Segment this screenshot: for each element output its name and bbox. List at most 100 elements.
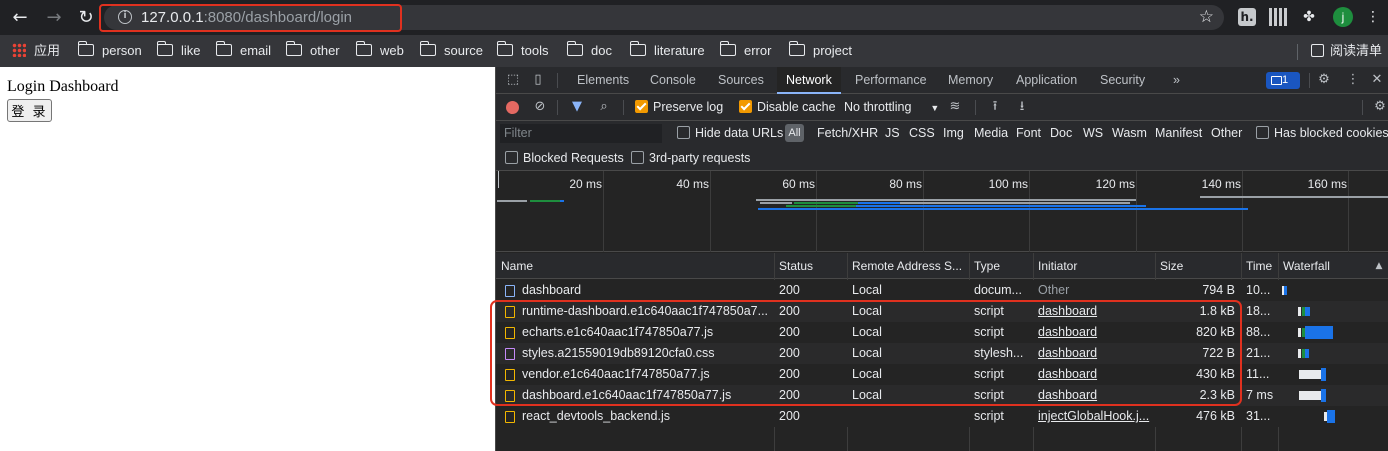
toolbar-divider <box>975 100 976 115</box>
preserve-log-checkbox[interactable]: Preserve log <box>635 100 723 114</box>
bookmark-star-icon[interactable]: ☆ <box>1199 7 1214 27</box>
device-toolbar-icon[interactable]: ▯ <box>530 72 546 88</box>
column-header-type[interactable]: Type <box>969 253 1033 279</box>
login-button[interactable]: 登 录 <box>7 99 52 122</box>
bookmark-apps[interactable]: 应用 <box>12 41 60 61</box>
more-tabs-icon[interactable]: » <box>1173 67 1180 94</box>
reading-list[interactable]: 阅读清单 <box>1311 41 1382 61</box>
column-header-name[interactable]: Name <box>496 253 774 279</box>
blocked-requests-checkbox[interactable]: Blocked Requests <box>505 151 624 165</box>
waterfall-bar <box>1327 410 1335 423</box>
overview-bar <box>856 205 1146 207</box>
filter-css[interactable]: CSS <box>909 126 935 140</box>
qr-code-icon[interactable] <box>1269 8 1287 26</box>
filter-bar: Filter Hide data URLs All Fetch/XHR JS C… <box>496 121 1388 145</box>
network-overview-timeline[interactable]: 20 ms 40 ms 60 ms 80 ms 100 ms 120 ms 14… <box>496 171 1388 252</box>
request-time: 7 ms <box>1246 388 1274 402</box>
tab-performance[interactable]: Performance <box>855 67 927 94</box>
toolbar-divider <box>623 100 624 115</box>
filter-media[interactable]: Media <box>974 126 1008 140</box>
profile-avatar[interactable]: j <box>1333 7 1353 27</box>
bookmark-folder-web[interactable]: web <box>355 41 404 61</box>
filter-font[interactable]: Font <box>1016 126 1041 140</box>
import-har-icon[interactable]: ⭱ <box>987 99 1003 115</box>
filter-ws[interactable]: WS <box>1083 126 1103 140</box>
bookmark-folder-error[interactable]: error <box>719 41 771 61</box>
filter-manifest[interactable]: Manifest <box>1155 126 1202 140</box>
settings-gear-icon[interactable]: ⚙ <box>1316 72 1332 88</box>
filter-input[interactable]: Filter <box>500 124 662 143</box>
tab-network[interactable]: Network <box>777 67 841 94</box>
inspect-element-icon[interactable]: ⬚ <box>505 72 521 88</box>
filter-all[interactable]: All <box>785 124 804 142</box>
timeline-gridline <box>603 171 604 252</box>
issues-badge[interactable]: 1 <box>1266 72 1300 89</box>
bookmark-folder-project[interactable]: project <box>788 41 852 61</box>
bookmark-folder-literature[interactable]: literature <box>629 41 705 61</box>
request-size: 476 kB <box>1196 409 1235 423</box>
url-highlight-box <box>99 4 402 32</box>
timeline-tick: 40 ms <box>676 177 709 191</box>
request-initiator-link[interactable]: injectGlobalHook.j... <box>1033 406 1155 427</box>
network-settings-icon[interactable]: ⚙ <box>1372 99 1388 115</box>
bookmark-folder-tools[interactable]: tools <box>496 41 548 61</box>
reload-icon[interactable]: ↻ <box>75 7 97 29</box>
overview-bar <box>758 208 1248 210</box>
timeline-gridline <box>1136 171 1137 252</box>
bookmark-label: literature <box>654 43 705 58</box>
tab-console[interactable]: Console <box>650 67 696 94</box>
menu-kebab-icon[interactable]: ⋮ <box>1364 8 1382 26</box>
has-blocked-cookies-checkbox[interactable]: Has blocked cookies <box>1256 126 1388 140</box>
export-har-icon[interactable]: ⭳ <box>1014 99 1030 115</box>
tab-memory[interactable]: Memory <box>948 67 993 94</box>
column-header-time[interactable]: Time <box>1241 253 1278 279</box>
filter-funnel-icon[interactable]: ▼ <box>569 99 585 115</box>
bookmark-folder-person[interactable]: person <box>77 41 142 61</box>
bookmark-folder-like[interactable]: like <box>156 41 201 61</box>
bookmark-folder-other[interactable]: other <box>285 41 340 61</box>
request-initiator: Other <box>1038 283 1070 297</box>
column-header-initiator[interactable]: Initiator <box>1033 253 1155 279</box>
request-size: 794 B <box>1202 283 1235 297</box>
clear-icon[interactable]: ⊘ <box>532 99 548 115</box>
filter-wasm[interactable]: Wasm <box>1112 126 1147 140</box>
search-icon[interactable]: ⌕ <box>596 99 612 115</box>
column-header-remote-address[interactable]: Remote Address S... <box>847 253 969 279</box>
bookmark-label: 应用 <box>34 43 61 58</box>
bookmark-folder-email[interactable]: email <box>215 41 271 61</box>
filter-other[interactable]: Other <box>1211 126 1242 140</box>
column-header-size[interactable]: Size <box>1155 253 1241 279</box>
tab-elements[interactable]: Elements <box>577 67 629 94</box>
tab-application[interactable]: Application <box>1016 67 1077 94</box>
more-options-icon[interactable]: ⋮ <box>1345 72 1361 88</box>
network-conditions-icon[interactable]: ≋ <box>947 99 963 115</box>
checkbox-unchecked-icon <box>631 151 644 164</box>
extension-h-icon[interactable]: h. <box>1238 8 1256 26</box>
tab-security[interactable]: Security <box>1100 67 1145 94</box>
bookmark-folder-doc[interactable]: doc <box>566 41 612 61</box>
column-header-waterfall[interactable]: Waterfall <box>1278 253 1374 279</box>
filter-doc[interactable]: Doc <box>1050 126 1072 140</box>
record-icon[interactable] <box>506 101 519 114</box>
filter-js[interactable]: JS <box>885 126 900 140</box>
table-row[interactable]: dashboard 200 Local docum... Other 794 B… <box>496 280 1388 301</box>
puzzle-extensions-icon[interactable]: ✤ <box>1300 8 1318 26</box>
tab-sources[interactable]: Sources <box>718 67 764 94</box>
waterfall-bar <box>1299 370 1321 379</box>
document-file-icon <box>505 285 515 297</box>
throttling-select[interactable]: No throttling ▼ <box>844 100 939 114</box>
hide-data-urls-checkbox[interactable]: Hide data URLs <box>677 126 783 140</box>
filter-img[interactable]: Img <box>943 126 964 140</box>
timeline-tick: 60 ms <box>782 177 815 191</box>
forward-icon[interactable]: → <box>43 7 65 29</box>
filter-fetch-xhr[interactable]: Fetch/XHR <box>817 126 878 140</box>
requests-table-header: Name Status Remote Address S... Type Ini… <box>496 253 1388 279</box>
table-row[interactable]: react_devtools_backend.js 200 script inj… <box>496 406 1388 427</box>
request-type: script <box>974 409 1004 423</box>
bookmark-folder-source[interactable]: source <box>419 41 483 61</box>
third-party-checkbox[interactable]: 3rd-party requests <box>631 151 750 165</box>
column-header-status[interactable]: Status <box>774 253 847 279</box>
disable-cache-checkbox[interactable]: Disable cache <box>739 100 836 114</box>
back-icon[interactable]: ← <box>9 7 31 29</box>
close-devtools-icon[interactable]: ✕ <box>1369 72 1385 88</box>
